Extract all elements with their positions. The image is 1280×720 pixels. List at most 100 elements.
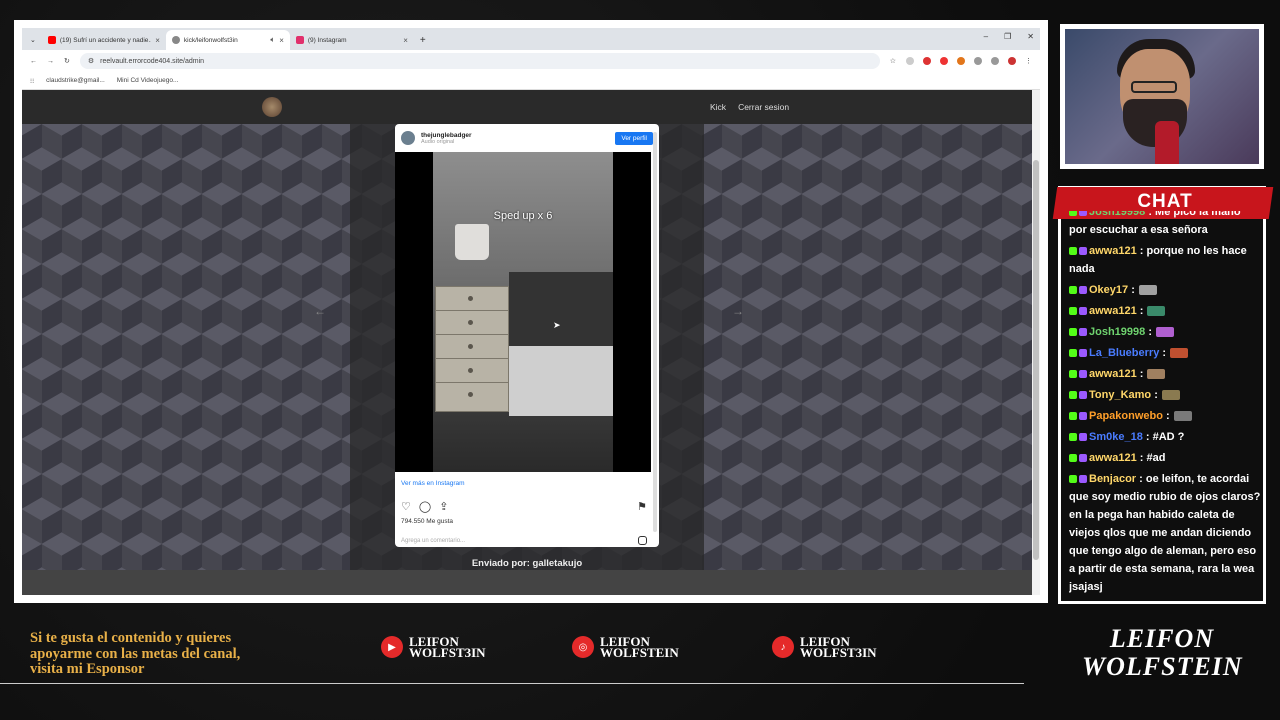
chat-message: awwa121 : porque no les hace nada: [1069, 242, 1261, 278]
chat-username[interactable]: awwa121: [1089, 305, 1137, 317]
tab-title: (9) Instagram: [307, 36, 347, 44]
nav-kick-link[interactable]: Kick: [710, 102, 726, 112]
comment-icon[interactable]: ◯: [419, 500, 431, 513]
browser-window: ⌄ (19) Sufrí un accidente y nadie... × k…: [22, 28, 1040, 595]
see-more-link[interactable]: Ver más en Instagram: [401, 480, 465, 487]
speaker-icon[interactable]: 🔈︎: [270, 35, 275, 45]
new-tab-button[interactable]: +: [420, 35, 426, 46]
chat-username[interactable]: Josh19998: [1089, 211, 1145, 218]
emote-icon: [1138, 285, 1157, 296]
save-icon[interactable]: ⚑: [637, 500, 647, 513]
chat-username[interactable]: awwa121: [1089, 368, 1137, 380]
bookmark-minicd[interactable]: Mini Cd Videojuego...: [117, 77, 179, 84]
close-icon[interactable]: ×: [279, 36, 284, 45]
chat-username[interactable]: awwa121: [1089, 452, 1137, 464]
tab-title: kick/leifonwolfst3in: [183, 36, 238, 44]
post-avatar[interactable]: [401, 131, 415, 145]
chat-text: :: [1148, 326, 1152, 338]
video-player[interactable]: ➤ Sped up x 6: [395, 152, 651, 472]
url-field[interactable]: ⚙ reelvault.errorcode404.site/admin: [79, 53, 880, 69]
subscriber-badge-icon: [1079, 454, 1087, 463]
tab-list-icon[interactable]: ⌄: [30, 36, 36, 44]
emote-icon: [1161, 390, 1180, 401]
extension-icon[interactable]: [923, 57, 931, 65]
social-name: WOLFST3IN: [409, 645, 486, 660]
chat-username[interactable]: La_Blueberry: [1089, 347, 1159, 359]
chat-panel: CHAT Josh19998 : Me picó la mano por esc…: [1052, 186, 1274, 604]
bookmark-gmail[interactable]: claudstrike@gmail...: [46, 77, 105, 84]
close-window-icon[interactable]: ✕: [1027, 32, 1034, 41]
instagram-icon[interactable]: [638, 536, 647, 545]
close-icon[interactable]: ×: [403, 36, 408, 45]
opera-icon[interactable]: [940, 57, 948, 65]
apps-icon[interactable]: ⁝⁝: [30, 77, 34, 85]
bookmarks-bar: ⁝⁝ claudstrike@gmail... Mini Cd Videojue…: [22, 72, 1040, 90]
footer-divider: [0, 683, 1024, 684]
chat-username[interactable]: Benjacor: [1089, 473, 1136, 485]
prev-arrow[interactable]: ←: [314, 304, 326, 318]
chat-message: awwa121 :: [1069, 365, 1261, 383]
web-page: Kick Cerrar sesion ← → thejunglebadger A…: [22, 90, 1032, 595]
nav-logout-link[interactable]: Cerrar sesion: [738, 102, 789, 112]
chat-text: :: [1139, 368, 1144, 380]
youtube-icon: [47, 36, 56, 44]
emote-icon: [1156, 327, 1174, 338]
puzzle-icon[interactable]: [974, 57, 982, 65]
scroll-thumb[interactable]: [1033, 160, 1039, 560]
restore-icon[interactable]: ❐: [1004, 32, 1011, 41]
chat-message: Okey17 :: [1069, 281, 1261, 299]
page-scrollbar[interactable]: [1032, 90, 1040, 595]
view-profile-button[interactable]: Ver perfil: [615, 131, 653, 145]
chat-text: : oe leifon, te acordai que soy medio ru…: [1069, 473, 1261, 593]
chat-message: La_Blueberry :: [1069, 344, 1261, 362]
media-icon[interactable]: [991, 57, 999, 65]
kick-badge-icon: [1069, 211, 1077, 217]
site-info-icon[interactable]: ⚙: [88, 57, 94, 65]
menu-icon[interactable]: ⋮: [1025, 57, 1032, 65]
subscriber-badge-icon: [1079, 475, 1087, 484]
back-icon[interactable]: ←: [30, 58, 37, 65]
extension-icon[interactable]: [906, 57, 914, 65]
next-arrow[interactable]: →: [732, 304, 744, 318]
tab-instagram[interactable]: (9) Instagram ×: [290, 30, 414, 50]
chat-username[interactable]: Okey17: [1089, 284, 1128, 296]
comment-input[interactable]: Agrega un comentario...: [401, 538, 465, 544]
tab-youtube[interactable]: (19) Sufrí un accidente y nadie... ×: [42, 30, 166, 50]
share-icon[interactable]: ⇪: [439, 500, 448, 513]
kick-badge-icon: [1069, 412, 1077, 421]
chat-text: :: [1162, 347, 1167, 359]
kick-badge-icon: [1069, 247, 1077, 256]
forward-icon[interactable]: →: [47, 58, 54, 65]
chat-username[interactable]: awwa121: [1089, 245, 1137, 257]
subscriber-badge-icon: [1079, 412, 1087, 421]
lamp: [455, 224, 489, 260]
chat-username[interactable]: Tony_Kamo: [1089, 389, 1151, 401]
emote-icon: [1147, 369, 1166, 380]
subscriber-badge-icon: [1079, 307, 1087, 316]
chat-message: Josh19998 : Me picó la mano por escuchar…: [1069, 211, 1261, 239]
tab-kick[interactable]: kick/leifonwolfst3in 🔈︎ ×: [165, 30, 290, 50]
webcam-video: [1065, 29, 1259, 164]
embed-scrollbar[interactable]: [653, 132, 657, 532]
promo-line: Si te gusta el contenido y quieres: [30, 630, 232, 646]
metamask-icon[interactable]: [957, 57, 965, 65]
chat-message: Benjacor : oe leifon, te acordai que soy…: [1069, 470, 1261, 596]
bookmark-star-icon[interactable]: ☆: [890, 57, 896, 65]
chat-username[interactable]: Josh19998: [1089, 326, 1145, 338]
subscriber-badge-icon: [1079, 370, 1087, 379]
bed-base: [509, 346, 613, 416]
chat-text: :: [1154, 389, 1158, 401]
close-icon[interactable]: ×: [155, 36, 160, 45]
post-username[interactable]: thejunglebadger: [421, 132, 472, 139]
site-avatar[interactable]: [262, 97, 282, 117]
reload-icon[interactable]: ↻: [64, 57, 70, 65]
chat-message: Papakonwebo :: [1069, 407, 1261, 425]
chat-username[interactable]: Sm0ke_18: [1089, 431, 1143, 443]
chat-username[interactable]: Papakonwebo: [1089, 410, 1163, 422]
webcam-frame: [1060, 24, 1264, 169]
browser-capture-frame: ⌄ (19) Sufrí un accidente y nadie... × k…: [14, 20, 1048, 603]
profile-avatar[interactable]: [1008, 57, 1016, 65]
heart-icon[interactable]: ♡: [401, 500, 411, 513]
logo-text: WOLFSTEIN: [1082, 652, 1243, 681]
minimize-icon[interactable]: –: [984, 32, 988, 41]
